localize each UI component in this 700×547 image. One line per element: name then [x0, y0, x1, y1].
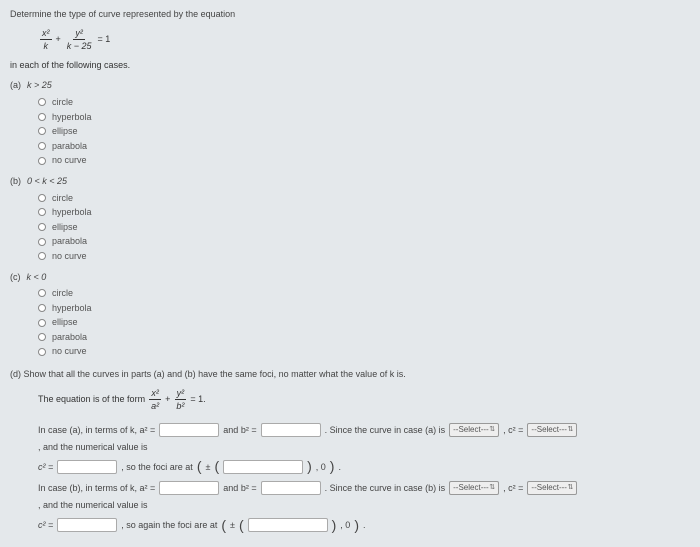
option-parabola[interactable]: parabola — [38, 331, 690, 344]
input-c2-value-b[interactable] — [57, 518, 117, 532]
option-ellipse[interactable]: ellipse — [38, 221, 690, 234]
radio-icon — [38, 113, 46, 121]
case-b-row-1: In case (b), in terms of k, a² = and b² … — [38, 481, 690, 512]
select-curve-b[interactable]: --Select---⇅ — [449, 481, 499, 495]
radio-icon — [38, 157, 46, 165]
radio-icon — [38, 238, 46, 246]
radio-icon — [38, 304, 46, 312]
case-b-row-2: c² = , so again the foci are at (±( ), 0… — [38, 516, 690, 536]
input-a2-case-b[interactable] — [159, 481, 219, 495]
option-parabola[interactable]: parabola — [38, 235, 690, 248]
option-circle[interactable]: circle — [38, 96, 690, 109]
case-a-row-1: In case (a), in terms of k, a² = and b² … — [38, 423, 690, 454]
input-b2-case-a[interactable] — [261, 423, 321, 437]
main-equation: x² k + y² k − 25 = 1 — [40, 27, 690, 53]
option-no-curve[interactable]: no curve — [38, 250, 690, 263]
fraction-form-y: y² b² — [174, 387, 186, 413]
dropdown-icon: ⇅ — [568, 483, 574, 493]
input-a2-case-a[interactable] — [159, 423, 219, 437]
option-hyperbola[interactable]: hyperbola — [38, 111, 690, 124]
radio-icon — [38, 127, 46, 135]
form-equation-row: The equation is of the form x² a² + y² b… — [38, 387, 690, 413]
input-foci-a[interactable] — [223, 460, 303, 474]
input-c2-value-a[interactable] — [57, 460, 117, 474]
radio-icon — [38, 289, 46, 297]
option-parabola[interactable]: parabola — [38, 140, 690, 153]
dropdown-icon: ⇅ — [489, 425, 495, 435]
option-circle[interactable]: circle — [38, 192, 690, 205]
fraction-x: x² k — [40, 27, 52, 53]
problem-header: Determine the type of curve represented … — [10, 8, 690, 21]
fraction-form-x: x² a² — [149, 387, 161, 413]
option-no-curve[interactable]: no curve — [38, 345, 690, 358]
case-a-row-2: c² = , so the foci are at (±( ), 0). — [38, 457, 690, 477]
option-ellipse[interactable]: ellipse — [38, 125, 690, 138]
select-c2-a[interactable]: --Select---⇅ — [527, 423, 577, 437]
case-c-label: (c)k < 0 — [10, 271, 690, 284]
select-curve-a[interactable]: --Select---⇅ — [449, 423, 499, 437]
radio-icon — [38, 208, 46, 216]
case-a-label: (a)k > 25 — [10, 79, 690, 92]
option-ellipse[interactable]: ellipse — [38, 316, 690, 329]
radio-icon — [38, 252, 46, 260]
radio-icon — [38, 348, 46, 356]
radio-icon — [38, 194, 46, 202]
sub-text: in each of the following cases. — [10, 59, 690, 72]
part-d-label: (d) Show that all the curves in parts (a… — [10, 368, 690, 381]
radio-icon — [38, 142, 46, 150]
option-hyperbola[interactable]: hyperbola — [38, 206, 690, 219]
case-c-options: circle hyperbola ellipse parabola no cur… — [38, 287, 690, 358]
option-hyperbola[interactable]: hyperbola — [38, 302, 690, 315]
case-a-options: circle hyperbola ellipse parabola no cur… — [38, 96, 690, 167]
radio-icon — [38, 319, 46, 327]
radio-icon — [38, 333, 46, 341]
option-no-curve[interactable]: no curve — [38, 154, 690, 167]
option-circle[interactable]: circle — [38, 287, 690, 300]
radio-icon — [38, 223, 46, 231]
case-b-options: circle hyperbola ellipse parabola no cur… — [38, 192, 690, 263]
fraction-y: y² k − 25 — [65, 27, 94, 53]
radio-icon — [38, 98, 46, 106]
input-b2-case-b[interactable] — [261, 481, 321, 495]
select-c2-b[interactable]: --Select---⇅ — [527, 481, 577, 495]
dropdown-icon: ⇅ — [489, 483, 495, 493]
case-b-label: (b)0 < k < 25 — [10, 175, 690, 188]
input-foci-b[interactable] — [248, 518, 328, 532]
dropdown-icon: ⇅ — [568, 425, 574, 435]
